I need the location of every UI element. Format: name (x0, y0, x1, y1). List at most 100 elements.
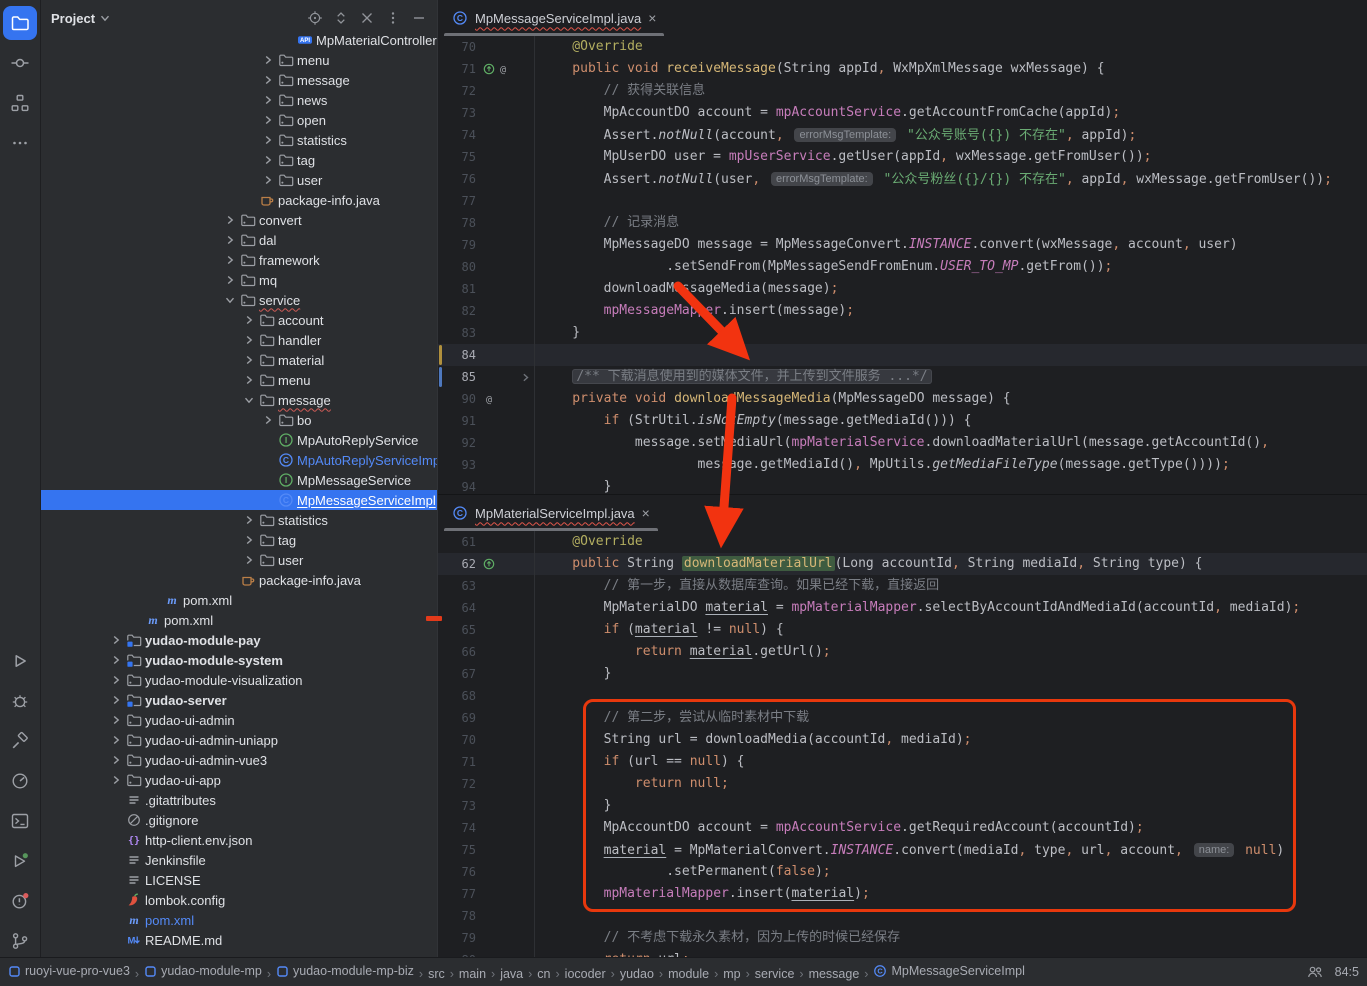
code-area[interactable]: 70 @Override71@ public void receiveMessa… (438, 36, 1367, 494)
tree-item-menu[interactable]: menu (41, 370, 437, 390)
tab-close-icon[interactable]: × (648, 11, 656, 25)
code-area[interactable]: 61 @Override62 public String downloadMat… (438, 531, 1367, 959)
tree-item-mpmessageserviceimpl[interactable]: CMpMessageServiceImpl (41, 490, 437, 510)
at-icon[interactable]: @ (497, 63, 509, 75)
tree-item-pom-xml[interactable]: mpom.xml (41, 610, 437, 630)
caret-position[interactable]: 84:5 (1335, 965, 1359, 979)
chevron-right-icon[interactable] (240, 334, 257, 346)
tree-item-yudao-ui-admin-uniapp[interactable]: yudao-ui-admin-uniapp (41, 730, 437, 750)
tree-item-statistics[interactable]: statistics (41, 510, 437, 530)
tab-mpmessageserviceimpl-java[interactable]: CMpMessageServiceImpl.java× (442, 0, 666, 36)
breadcrumb-item-service[interactable]: service (755, 967, 795, 981)
tree-item-mpmessageservice[interactable]: IMpMessageService (41, 470, 437, 490)
tree-item-open[interactable]: open (41, 110, 437, 130)
breadcrumb-item-yudao-module-mp-biz[interactable]: yudao-module-mp-biz (276, 964, 414, 978)
activity-button-more-tools[interactable] (3, 126, 37, 160)
activity-button-build[interactable] (3, 724, 37, 758)
tree-item-pom-xml[interactable]: mpom.xml (41, 590, 437, 610)
tree-item-statistics[interactable]: statistics (41, 130, 437, 150)
breadcrumb-item-mpmessageserviceimpl[interactable]: CMpMessageServiceImpl (873, 964, 1024, 978)
tree-item-license[interactable]: LICENSE (41, 870, 437, 890)
chevron-right-icon[interactable] (107, 634, 124, 646)
tree-item-handler[interactable]: handler (41, 330, 437, 350)
tab-mpmaterialserviceimpl-java[interactable]: CMpMaterialServiceImpl.java× (442, 495, 660, 531)
chevron-right-icon[interactable] (240, 514, 257, 526)
tree-item-readme-md[interactable]: MREADME.md (41, 930, 437, 950)
expand-collapse-icon[interactable] (333, 10, 349, 26)
tree-item-yudao-server[interactable]: yudao-server (41, 690, 437, 710)
chevron-right-icon[interactable] (107, 754, 124, 766)
tree-item-package-info-java[interactable]: package-info.java (41, 190, 437, 210)
chevron-right-icon[interactable] (240, 314, 257, 326)
chevron-down-icon[interactable] (240, 394, 257, 406)
tree-item-package-info-java[interactable]: package-info.java (41, 570, 437, 590)
tree-item-tag[interactable]: tag (41, 530, 437, 550)
tree-item-yudao-module-system[interactable]: yudao-module-system (41, 650, 437, 670)
activity-button-profiler[interactable] (3, 764, 37, 798)
tree-item-user[interactable]: user (41, 550, 437, 570)
tree-item-yudao-module-visualization[interactable]: yudao-module-visualization (41, 670, 437, 690)
chevron-right-icon[interactable] (107, 654, 124, 666)
breadcrumb-item-ruoyi-vue-pro-vue3[interactable]: ruoyi-vue-pro-vue3 (8, 964, 130, 978)
activity-button-debug[interactable] (3, 684, 37, 718)
activity-button-project[interactable] (3, 6, 37, 40)
chevron-right-icon[interactable] (221, 274, 238, 286)
override-icon[interactable] (483, 63, 495, 75)
activity-button-run[interactable] (3, 644, 37, 678)
activity-button-terminal[interactable] (3, 804, 37, 838)
breadcrumb-item-src[interactable]: src (428, 967, 445, 981)
tree-item-message[interactable]: message (41, 70, 437, 90)
tree-item-tag[interactable]: tag (41, 150, 437, 170)
breadcrumb-item-java[interactable]: java (500, 967, 523, 981)
chevron-right-icon[interactable] (259, 414, 276, 426)
activity-button-commit[interactable] (3, 46, 37, 80)
chevron-right-icon[interactable] (240, 354, 257, 366)
more-vertical-icon[interactable] (385, 10, 401, 26)
collapse-all-icon[interactable] (359, 10, 375, 26)
chevron-right-icon[interactable] (107, 734, 124, 746)
tree-item-lombok-config[interactable]: lombok.config (41, 890, 437, 910)
breadcrumb-item-message[interactable]: message (809, 967, 860, 981)
tree-item-news[interactable]: news (41, 90, 437, 110)
breadcrumb-item-main[interactable]: main (459, 967, 486, 981)
chevron-right-icon[interactable] (259, 174, 276, 186)
tree-item-yudao-ui-admin[interactable]: yudao-ui-admin (41, 710, 437, 730)
activity-button-version-control[interactable] (3, 924, 37, 958)
tree-item--gitignore[interactable]: .gitignore (41, 810, 437, 830)
tree-item-account[interactable]: account (41, 310, 437, 330)
chevron-right-icon[interactable] (240, 554, 257, 566)
chevron-right-icon[interactable] (259, 154, 276, 166)
tree-item-service[interactable]: service (41, 290, 437, 310)
override-icon[interactable] (483, 558, 495, 570)
breadcrumb-item-mp[interactable]: mp (723, 967, 740, 981)
chevron-down-icon[interactable] (221, 294, 238, 306)
activity-button-structure[interactable] (3, 86, 37, 120)
at-icon[interactable]: @ (483, 393, 495, 405)
chevron-right-icon[interactable] (221, 214, 238, 226)
tree-item-pom-xml[interactable]: mpom.xml (41, 910, 437, 930)
tree-item-yudao-ui-app[interactable]: yudao-ui-app (41, 770, 437, 790)
tree-item-convert[interactable]: convert (41, 210, 437, 230)
chevron-right-icon[interactable] (107, 674, 124, 686)
chevron-right-icon[interactable] (107, 714, 124, 726)
locate-icon[interactable] (307, 10, 323, 26)
tree-item-dal[interactable]: dal (41, 230, 437, 250)
fold-arrow-icon[interactable] (520, 372, 531, 383)
tab-close-icon[interactable]: × (642, 506, 650, 520)
tree-item-mpautoreplyservice[interactable]: IMpAutoReplyService (41, 430, 437, 450)
tree-item-user[interactable]: user (41, 170, 437, 190)
chevron-right-icon[interactable] (107, 694, 124, 706)
chevron-right-icon[interactable] (259, 134, 276, 146)
tree-item-menu[interactable]: menu (41, 50, 437, 70)
breadcrumb-item-cn[interactable]: cn (537, 967, 550, 981)
tree-item--gitattributes[interactable]: .gitattributes (41, 790, 437, 810)
hide-icon[interactable] (411, 10, 427, 26)
activity-button-services[interactable] (3, 844, 37, 878)
tree-item-material[interactable]: material (41, 350, 437, 370)
tree-item-bo[interactable]: bo (41, 410, 437, 430)
breadcrumb-item-module[interactable]: module (668, 967, 709, 981)
chevron-right-icon[interactable] (259, 94, 276, 106)
tree-item-framework[interactable]: framework (41, 250, 437, 270)
tree-item-http-client-env-json[interactable]: {}http-client.env.json (41, 830, 437, 850)
code-with-me-icon[interactable] (1307, 964, 1323, 980)
